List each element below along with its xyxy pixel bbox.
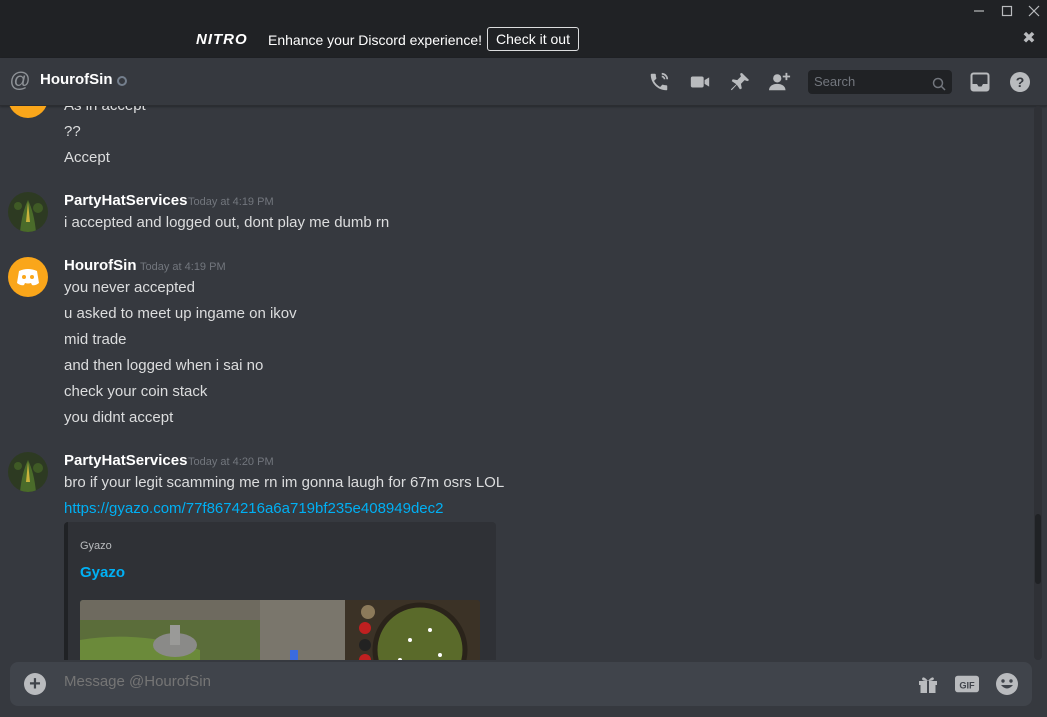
message-line: Accept (64, 149, 110, 166)
channel-header: @ HourofSin Search ? (0, 58, 1047, 106)
maximize-icon[interactable] (993, 0, 1021, 22)
message-timestamp: Today at 4:20 PM (188, 456, 274, 468)
message-line: u asked to meet up ingame on ikov (64, 305, 297, 322)
nitro-tagline: Enhance your Discord experience! (268, 32, 483, 48)
search-input[interactable]: Search (808, 70, 952, 94)
message-timestamp: Today at 4:19 PM (140, 261, 226, 273)
at-sign-icon: @ (9, 69, 31, 92)
close-icon[interactable] (1020, 0, 1047, 22)
search-icon (932, 75, 946, 99)
embed-provider: Gyazo (80, 540, 112, 552)
minimize-icon[interactable] (965, 0, 993, 22)
upload-plus-icon[interactable]: + (24, 673, 46, 695)
nitro-logo: NITRO (196, 31, 248, 48)
search-placeholder: Search (814, 74, 856, 89)
avatar[interactable] (8, 257, 48, 297)
message-author[interactable]: HourofSin (64, 257, 137, 274)
scrollbar-thumb[interactable] (1035, 514, 1041, 584)
emoji-icon[interactable] (995, 672, 1019, 696)
message-author[interactable]: PartyHatServices (64, 192, 187, 209)
gift-icon[interactable] (916, 672, 940, 696)
message-line: mid trade (64, 331, 127, 348)
avatar[interactable] (8, 192, 48, 232)
embed-image[interactable] (80, 600, 480, 660)
add-friend-icon[interactable] (768, 70, 792, 94)
message-line: check your coin stack (64, 383, 208, 400)
dismiss-banner-icon[interactable]: ✖ (1020, 30, 1038, 48)
message-list: As in accept ?? Accept PartyHatServices … (0, 106, 1032, 660)
message-line: bro if your legit scamming me rn im gonn… (64, 474, 505, 491)
message-line: you didnt accept (64, 409, 174, 426)
avatar[interactable] (8, 452, 48, 492)
status-offline-icon (117, 76, 127, 86)
nitro-banner: NITRO Enhance your Discord experience! C… (0, 22, 1047, 58)
embed-title-link[interactable]: Gyazo (80, 564, 125, 581)
avatar[interactable] (8, 106, 48, 118)
message-author[interactable]: PartyHatServices (64, 452, 187, 469)
svg-text:?: ? (1016, 74, 1025, 90)
link-embed: Gyazo Gyazo (64, 522, 496, 660)
inbox-icon[interactable] (968, 70, 992, 94)
help-icon[interactable]: ? (1008, 70, 1032, 94)
pin-icon[interactable] (728, 70, 752, 94)
video-call-icon[interactable] (688, 70, 712, 94)
message-line: i accepted and logged out, dont play me … (64, 214, 390, 231)
voice-call-icon[interactable] (647, 70, 671, 94)
message-line: and then logged when i sai no (64, 357, 264, 374)
message-input[interactable] (64, 673, 824, 690)
message-composer: + GIF (10, 662, 1032, 706)
message-link[interactable]: https://gyazo.com/77f8674216a6a719bf235e… (64, 500, 443, 517)
channel-name: HourofSin (40, 71, 113, 88)
window-titlebar (0, 0, 1047, 22)
check-it-out-button[interactable]: Check it out (487, 27, 579, 51)
message-timestamp: Today at 4:19 PM (188, 196, 274, 208)
gif-label: GIF (959, 681, 975, 691)
message-line: you never accepted (64, 279, 195, 296)
message-line: ?? (64, 123, 81, 140)
message-line: As in accept (64, 106, 146, 114)
gif-icon[interactable]: GIF (955, 672, 979, 696)
